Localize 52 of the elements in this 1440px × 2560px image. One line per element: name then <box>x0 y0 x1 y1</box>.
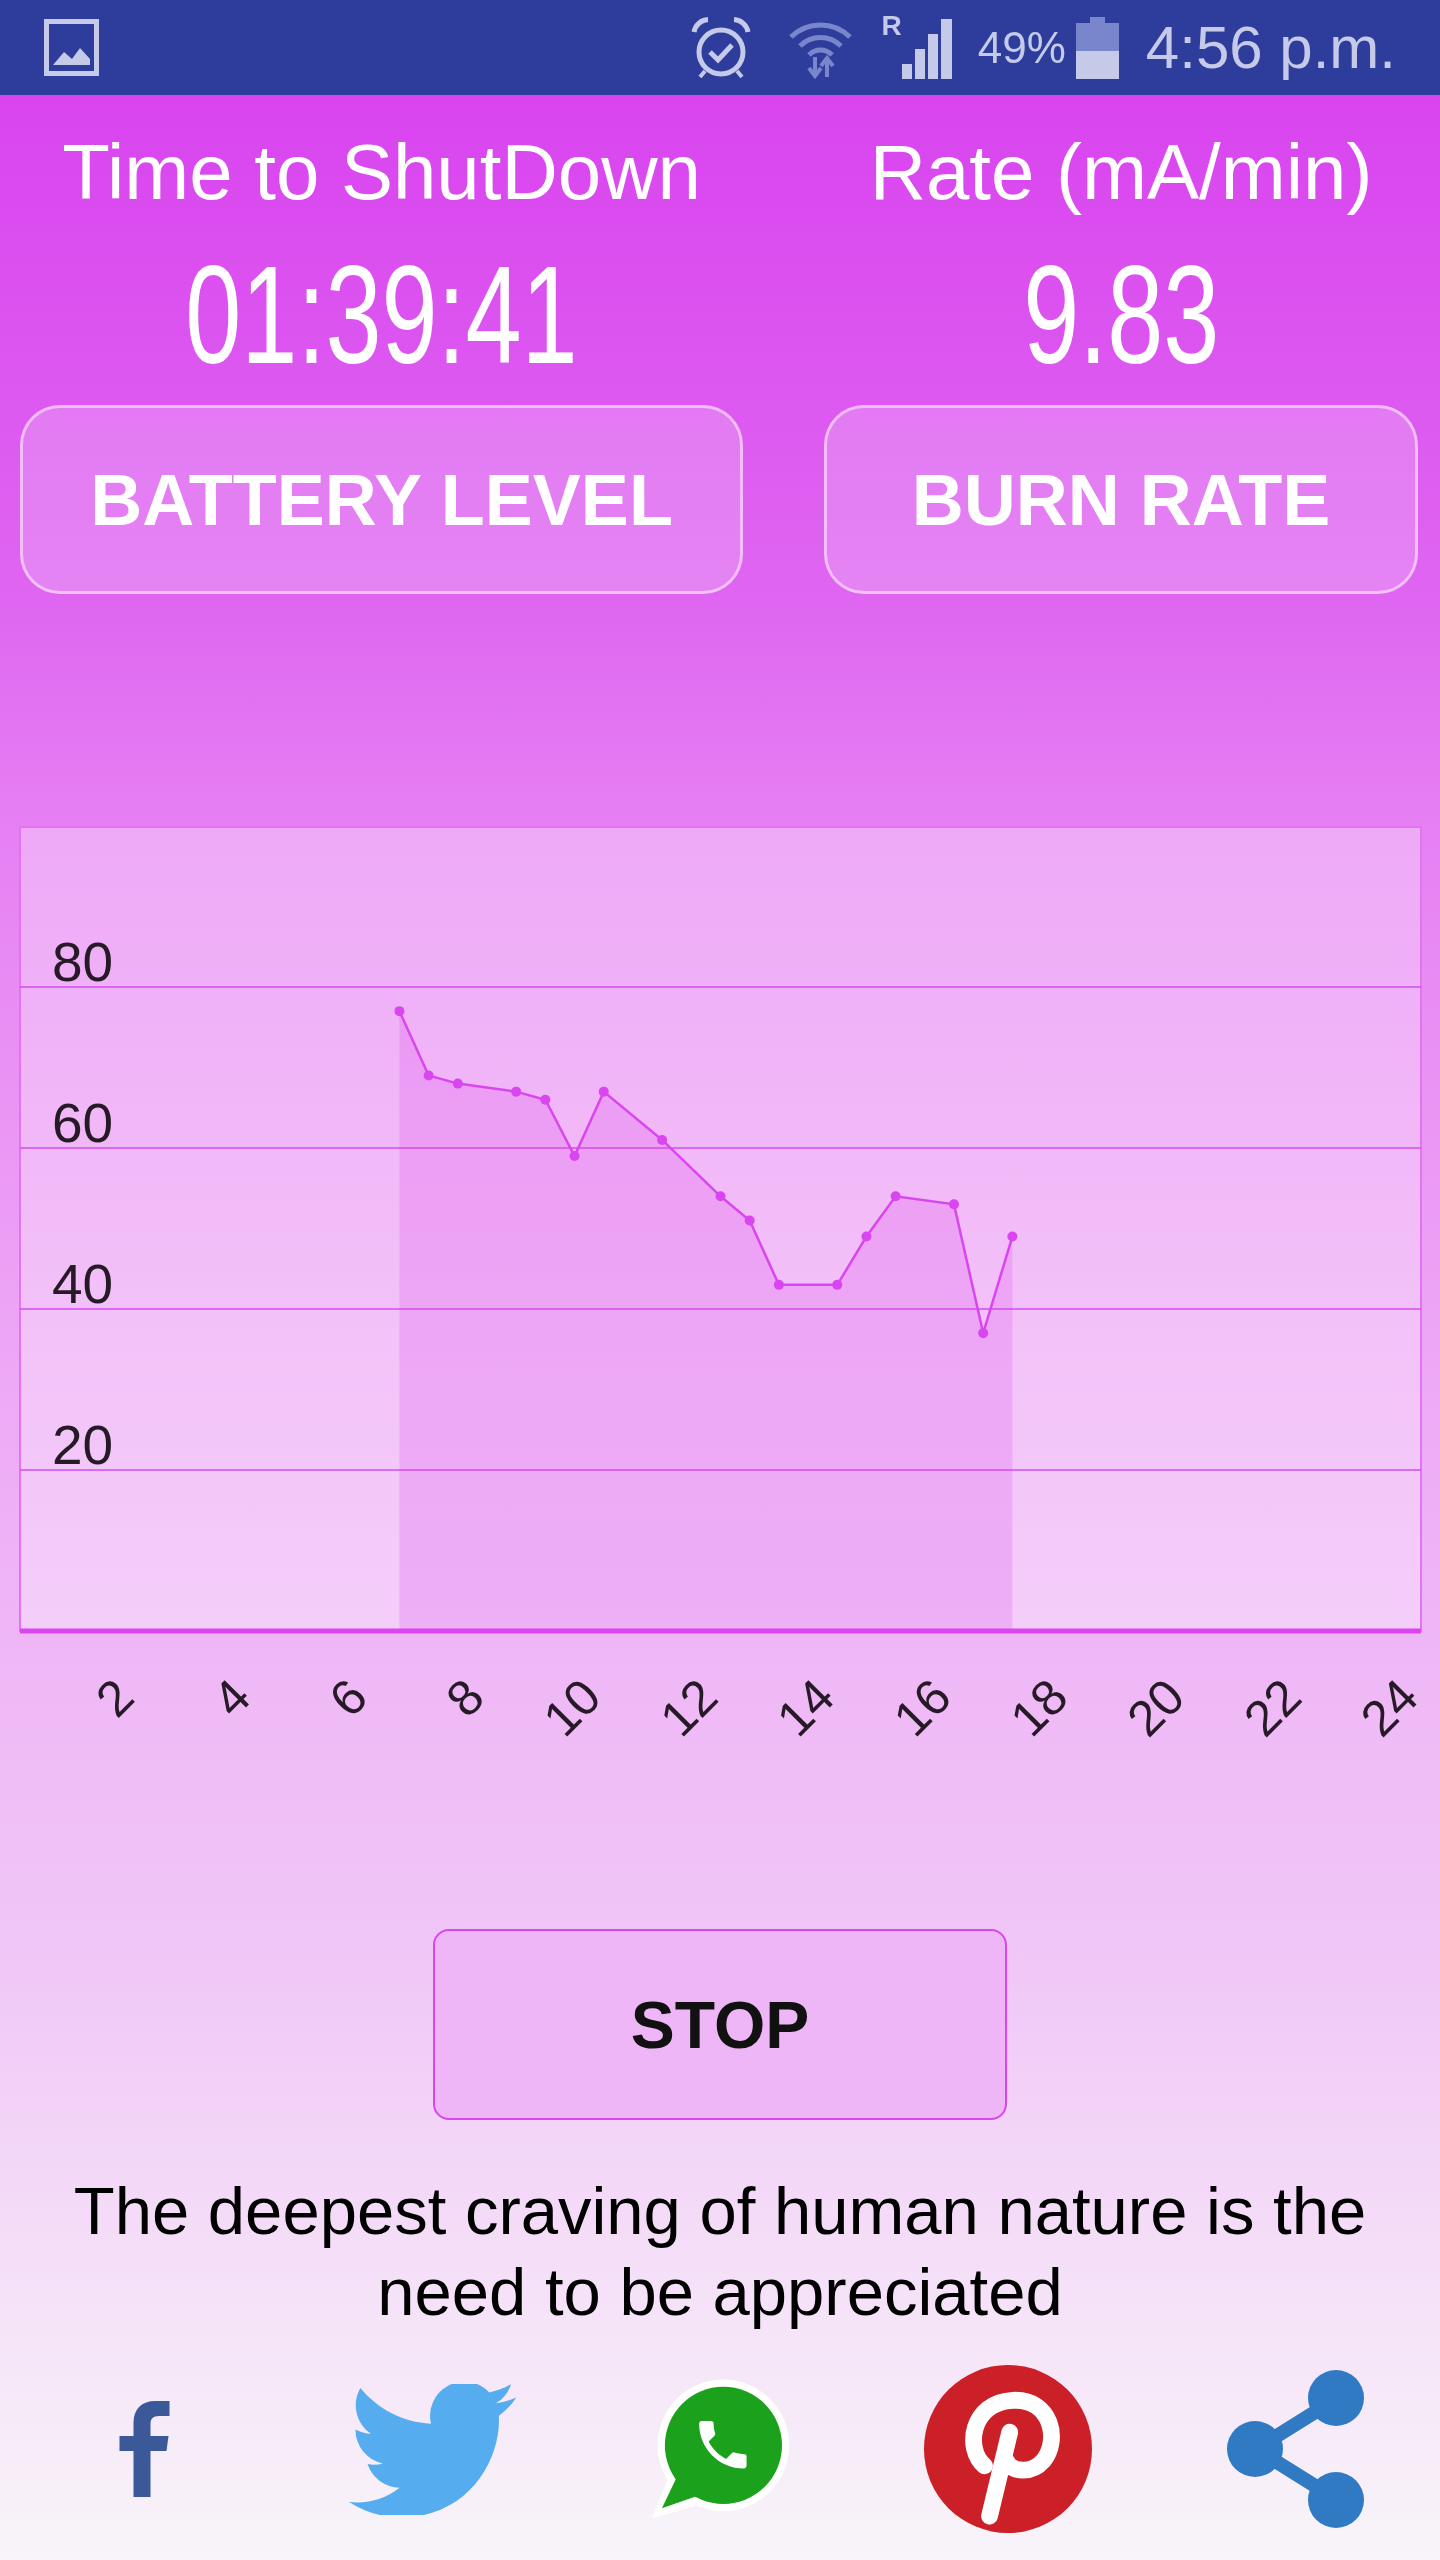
data-point <box>569 1151 580 1162</box>
battery-icon <box>1075 16 1119 79</box>
digital-readout: 01:39:41 <box>185 245 578 385</box>
alarm-clock-icon <box>690 16 751 79</box>
data-point <box>949 1199 959 1210</box>
data-point <box>394 1006 405 1017</box>
digital-readout: 9.83 <box>1022 245 1220 385</box>
x-axis-label: 8 <box>435 1668 495 1728</box>
data-point <box>890 1191 901 1202</box>
clock-time: 4:56 p.m. <box>1145 13 1396 82</box>
x-axis-label: 16 <box>882 1668 962 1748</box>
pin-logo-icon[interactable] <box>924 2365 1092 2533</box>
quote-text: The deepest craving of human nature is the need to be appreciated <box>72 2172 1368 2331</box>
y-axis-label: 60 <box>52 1092 114 1154</box>
x-axis-label: 14 <box>766 1668 846 1748</box>
bird-icon[interactable] <box>348 2383 516 2515</box>
data-point <box>832 1279 843 1290</box>
data-point <box>540 1094 551 1105</box>
data-point <box>744 1215 755 1226</box>
data-point <box>715 1191 726 1202</box>
y-axis-label: 40 <box>52 1253 114 1315</box>
x-axis-label: 4 <box>202 1668 262 1728</box>
data-point <box>1007 1231 1018 1242</box>
x-axis-label: 18 <box>999 1668 1079 1748</box>
data-point <box>773 1279 784 1290</box>
x-axis-label: 6 <box>318 1668 379 1728</box>
data-point <box>423 1070 434 1081</box>
x-axis-label: 24 <box>1349 1668 1429 1748</box>
mode-button[interactable]: BATTERY LEVEL <box>20 405 743 594</box>
readout-label: Time to ShutDown <box>62 127 701 218</box>
x-axis-label: 20 <box>1116 1668 1196 1748</box>
x-axis-label: 22 <box>1233 1668 1313 1748</box>
data-point <box>978 1328 989 1339</box>
data-point <box>861 1231 872 1242</box>
data-point <box>511 1086 522 1097</box>
battery-percentage: 49% <box>977 22 1066 73</box>
roaming-indicator: R <box>881 12 902 40</box>
x-axis-label: 2 <box>85 1668 145 1728</box>
share-icon[interactable] <box>1226 2369 1366 2529</box>
readout-label: Rate (mA/min) <box>869 127 1373 218</box>
y-axis-label: 80 <box>52 931 114 993</box>
x-axis-label: 10 <box>532 1668 612 1748</box>
data-point <box>598 1086 609 1097</box>
x-axis-label: 12 <box>649 1668 729 1748</box>
y-axis-label: 20 <box>52 1414 114 1476</box>
mode-button[interactable]: BURN RATE <box>824 405 1418 594</box>
data-point <box>452 1078 463 1089</box>
image-icon <box>44 19 99 76</box>
stop-button[interactable]: STOP <box>433 1929 1007 2120</box>
f-logo-icon[interactable] <box>118 2401 170 2497</box>
signal-icon <box>901 16 952 79</box>
data-point <box>657 1134 668 1145</box>
